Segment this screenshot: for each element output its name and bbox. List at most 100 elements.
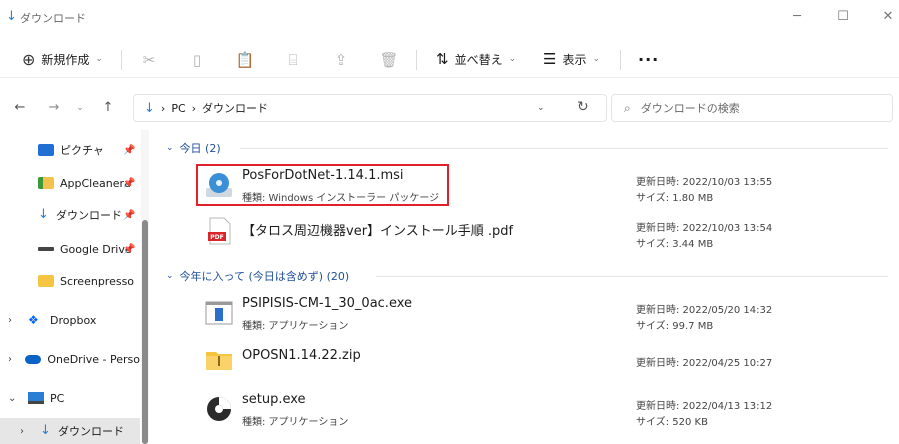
pin-icon: 📌 (123, 144, 136, 156)
chevron-down-icon: ⌄ (95, 54, 103, 64)
navigation-bar: ← → ⌄ ↑ ↓ › PC › ダウンロード ⌄ ↻ ⌕ ダウンロードの検索 (0, 88, 899, 128)
file-modified-date: 更新日時: 2022/04/13 13:12 (636, 401, 773, 412)
command-bar: ⊕ 新規作成 ⌄ ✂ ▯ 📋 ⌸ ⇪ 🗑 ⇅ 並べ替え ⌄ ☰ 表示 ⌄ ··· (0, 40, 899, 78)
plus-circle-icon: ⊕ (22, 49, 36, 69)
group-header-label: 今日 (2) (179, 142, 221, 155)
new-button[interactable]: ⊕ 新規作成 ⌄ (22, 48, 103, 70)
collapse-chevron-icon[interactable]: ⌄ (8, 393, 22, 404)
sidebar-item-label: Dropbox (50, 313, 97, 327)
sort-arrows-icon: ⇅ (436, 50, 449, 68)
file-modified-date: 更新日時: 2022/10/03 13:54 (636, 223, 773, 234)
scissors-icon: ✂ (142, 51, 156, 69)
new-label: 新規作成 (41, 52, 90, 67)
more-options-button[interactable]: ··· (638, 48, 659, 70)
file-row[interactable]: OPOSN1.14.22.zip 更新日時: 2022/04/25 10:27 (196, 336, 886, 382)
sidebar-item-pc[interactable]: ⌄ PC (0, 385, 140, 411)
sidebar-item-pictures[interactable]: ピクチャ 📌 (0, 137, 140, 163)
view-label: 表示 (562, 52, 587, 67)
zip-folder-icon (206, 352, 232, 370)
sidebar-item-label: AppCleanera (60, 176, 131, 190)
cut-button[interactable]: ✂ (138, 49, 160, 71)
highlight-box (196, 164, 449, 206)
search-box[interactable]: ⌕ ダウンロードの検索 (611, 94, 893, 122)
view-button[interactable]: ☰ 表示 ⌄ (543, 48, 600, 70)
address-history-chevron-icon[interactable]: ⌄ (537, 103, 545, 113)
copy-icon: ▯ (192, 51, 202, 69)
search-input[interactable]: ダウンロードの検索 (641, 100, 740, 116)
pictures-icon (38, 144, 54, 156)
expand-chevron-icon[interactable]: › (20, 426, 34, 437)
forward-arrow-icon[interactable]: → (44, 98, 64, 118)
minimize-button[interactable]: ─ (782, 6, 812, 28)
pin-icon: 📌 (123, 243, 136, 255)
file-size: サイズ: 99.7 MB (636, 321, 714, 332)
group-header-today[interactable]: ⌄ 今日 (2) (166, 139, 221, 157)
sidebar-item-screenpresso[interactable]: Screenpresso (0, 268, 140, 294)
chevron-down-icon: ⌄ (508, 54, 517, 64)
group-header-this-year[interactable]: ⌄ 今年に入って (今日は含めず) (20) (166, 267, 349, 285)
recent-locations-chevron-icon[interactable]: ⌄ (70, 98, 90, 118)
sidebar-item-appcleaner[interactable]: AppCleanera 📌 (0, 170, 140, 196)
share-button[interactable]: ⇪ (330, 49, 352, 71)
sidebar-item-dropbox[interactable]: › ❖ Dropbox (0, 307, 140, 333)
expand-chevron-icon[interactable]: › (8, 354, 19, 365)
delete-button[interactable]: 🗑 (378, 49, 400, 71)
scrollbar-thumb[interactable] (142, 220, 148, 444)
exe-app-icon (205, 301, 233, 325)
sort-button[interactable]: ⇅ 並べ替え ⌄ (436, 48, 516, 70)
file-type: 種類: アプリケーション (242, 321, 349, 332)
expand-chevron-icon[interactable]: › (8, 315, 22, 326)
sidebar-item-label: Screenpresso (60, 274, 135, 288)
address-bar[interactable]: ↓ › PC › ダウンロード ⌄ ↻ (133, 94, 607, 122)
file-modified-date: 更新日時: 2022/05/20 14:32 (636, 305, 773, 316)
sidebar-item-label: OneDrive - Perso (47, 352, 140, 366)
divider (416, 50, 417, 70)
drive-icon (38, 247, 54, 251)
search-icon: ⌕ (624, 100, 631, 115)
up-arrow-icon[interactable]: ↑ (98, 98, 118, 118)
breadcrumb-pc[interactable]: PC (171, 102, 185, 115)
back-arrow-icon[interactable]: ← (10, 98, 30, 118)
window-title: ダウンロード (20, 12, 86, 25)
sidebar-scrollbar[interactable] (141, 130, 149, 444)
pin-icon: 📌 (123, 177, 136, 189)
file-row[interactable]: setup.exe 種類: アプリケーション 更新日時: 2022/04/13 … (196, 386, 886, 432)
maximize-button[interactable]: ☐ (828, 6, 858, 28)
copy-button[interactable]: ▯ (186, 49, 208, 71)
sidebar-item-downloads[interactable]: › ↓ ダウンロード (0, 418, 140, 444)
file-row[interactable]: PDF 【タロス周辺機器ver】インストール手順 .pdf 更新日時: 2022… (196, 208, 886, 254)
refresh-icon[interactable]: ↻ (577, 99, 589, 115)
chevron-down-icon: ⌄ (166, 143, 174, 153)
chevron-down-icon: ⌄ (166, 271, 174, 281)
setup-disc-icon (207, 397, 231, 421)
trash-icon: 🗑 (379, 51, 399, 69)
close-button[interactable]: ✕ (873, 6, 899, 28)
title-bar: ↓ ダウンロード ─ ☐ ✕ (0, 0, 899, 34)
sidebar-item-label: ダウンロード (58, 425, 124, 438)
dropbox-icon: ❖ (28, 313, 39, 327)
rename-button[interactable]: ⌸ (282, 49, 304, 71)
share-icon: ⇪ (334, 51, 348, 69)
download-arrow-icon: ↓ (144, 100, 155, 116)
svg-text:PDF: PDF (210, 234, 223, 241)
file-modified-date: 更新日時: 2022/10/03 13:55 (636, 177, 773, 188)
sidebar-item-label: PC (50, 391, 65, 405)
onedrive-icon (25, 354, 42, 364)
file-name: 【タロス周辺機器ver】インストール手順 .pdf (242, 224, 514, 239)
sidebar-item-downloads-pinned[interactable]: ↓ ダウンロード 📌 (0, 202, 140, 228)
chevron-down-icon: ⌄ (592, 54, 601, 64)
divider (620, 50, 621, 70)
breadcrumb-separator-icon: › (191, 101, 197, 115)
file-list: ⌄ 今日 (2) PosForDotNet-1.14.1.msi 種類: Win… (150, 130, 899, 444)
sidebar-item-label: ダウンロード (56, 209, 122, 222)
download-arrow-icon: ↓ (40, 423, 51, 438)
breadcrumb-separator-icon: › (160, 101, 166, 115)
breadcrumb-downloads[interactable]: ダウンロード (202, 100, 268, 116)
file-row[interactable]: PSIPISIS-CM-1_30_0ac.exe 種類: アプリケーション 更新… (196, 290, 886, 336)
folder-icon (38, 275, 54, 287)
group-header-label: 今年に入って (今日は含めず) (20) (179, 270, 350, 283)
paste-button[interactable]: 📋 (234, 49, 256, 71)
sidebar-item-google-drive[interactable]: Google Drive 📌 (0, 236, 140, 262)
sidebar-item-onedrive[interactable]: › OneDrive - Perso (0, 346, 140, 372)
file-type: 種類: アプリケーション (242, 417, 349, 428)
